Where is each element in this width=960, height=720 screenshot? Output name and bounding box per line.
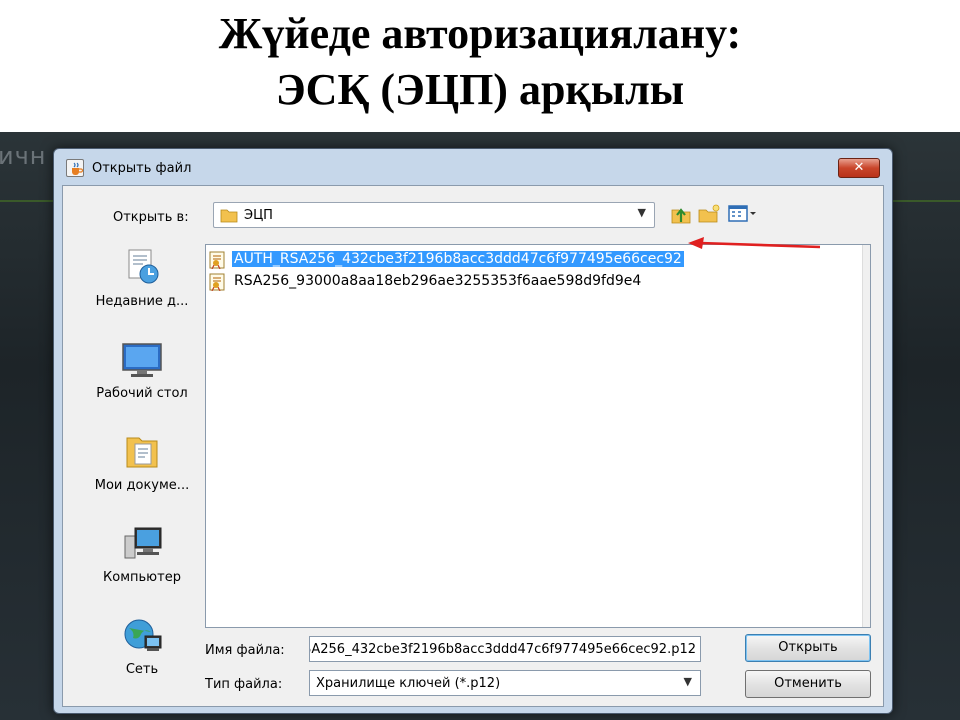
new-folder-icon[interactable] xyxy=(697,202,721,226)
file-type-label: Тип файла: xyxy=(205,677,283,692)
look-in-label: Открыть в: xyxy=(113,210,189,225)
cancel-button[interactable]: Отменить xyxy=(745,670,871,698)
computer-icon xyxy=(77,520,207,566)
annotation-arrow-line xyxy=(699,241,821,249)
dialog-titlebar[interactable]: Открыть файл ✕ xyxy=(54,149,892,189)
look-in-combo[interactable]: ЭЦП ▼ xyxy=(213,202,655,228)
file-type-value: Хранилище ключей (*.p12) xyxy=(316,676,501,691)
network-icon xyxy=(77,612,207,658)
my-documents-icon xyxy=(77,428,207,474)
up-folder-icon[interactable] xyxy=(669,202,693,226)
slide-title-line1: Жүйеде авторизациялану: xyxy=(218,9,742,58)
place-desktop-label: Рабочий стол xyxy=(96,386,188,401)
place-network[interactable]: Сеть xyxy=(77,612,207,704)
certificate-file-icon xyxy=(208,273,228,295)
place-desktop[interactable]: Рабочий стол xyxy=(77,336,207,428)
place-my-documents-label: Мои докуме... xyxy=(94,478,190,493)
file-list[interactable]: AUTH_RSA256_432cbe3f2196b8acc3ddd47c6f97… xyxy=(205,244,871,628)
file-name: AUTH_RSA256_432cbe3f2196b8acc3ddd47c6f97… xyxy=(232,251,684,267)
place-network-label: Сеть xyxy=(125,662,159,677)
place-computer[interactable]: Компьютер xyxy=(77,520,207,612)
file-name-label: Имя файла: xyxy=(205,643,285,658)
view-menu-icon[interactable] xyxy=(727,202,757,226)
slide-title-line2: ЭСҚ (ЭЦП) арқылы xyxy=(275,65,685,114)
certificate-file-icon xyxy=(208,251,228,273)
place-recent-label: Недавние д... xyxy=(95,294,189,309)
place-recent[interactable]: Недавние д... xyxy=(77,244,207,336)
open-file-dialog: Открыть файл ✕ Открыть в: ЭЦП ▼ Недавние… xyxy=(53,148,893,714)
chevron-down-icon[interactable]: ▼ xyxy=(684,675,692,688)
look-in-value: ЭЦП xyxy=(244,208,273,223)
background-text: ичн xyxy=(0,142,47,170)
place-computer-label: Компьютер xyxy=(103,570,181,585)
dialog-client-area: Открыть в: ЭЦП ▼ Недавние д... Рабочий с… xyxy=(62,185,884,707)
folder-icon xyxy=(220,207,238,227)
file-name: RSA256_93000a8aa18eb296ae3255353f6aae598… xyxy=(234,273,642,289)
places-bar: Недавние д... Рабочий стол Мои докуме...… xyxy=(77,244,207,704)
dialog-title: Открыть файл xyxy=(92,161,192,176)
close-button[interactable]: ✕ xyxy=(838,158,880,178)
open-button[interactable]: Открыть xyxy=(745,634,871,662)
scrollbar[interactable] xyxy=(862,245,870,627)
file-name-input[interactable]: AUTH_RSA256_432cbe3f2196b8acc3ddd47c6f97… xyxy=(309,636,701,662)
recent-documents-icon xyxy=(77,244,207,290)
desktop-icon xyxy=(77,336,207,382)
file-type-combo[interactable]: Хранилище ключей (*.p12) ▼ xyxy=(309,670,701,696)
java-cup-icon xyxy=(66,159,84,177)
slide-title: Жүйеде авторизациялану: ЭСҚ (ЭЦП) арқылы xyxy=(0,6,960,124)
annotation-arrow xyxy=(688,237,821,249)
chevron-down-icon[interactable]: ▼ xyxy=(638,206,646,219)
place-my-documents[interactable]: Мои докуме... xyxy=(77,428,207,520)
annotation-arrow-head xyxy=(688,237,704,249)
